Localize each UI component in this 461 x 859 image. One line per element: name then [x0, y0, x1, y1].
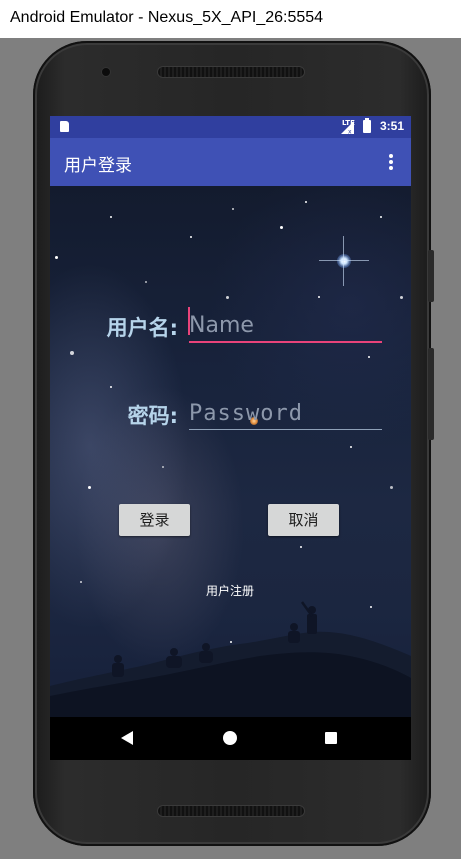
front-camera: [102, 68, 110, 76]
status-bar: LTE x 3:51: [50, 116, 411, 138]
text-cursor: [188, 307, 190, 335]
bottom-speaker-grille: [158, 806, 304, 816]
battery-icon: [363, 118, 371, 133]
phone-screen: LTE x 3:51 用户登录 用户名: Name 密码: 登录 取消 用户注册: [50, 116, 411, 760]
top-speaker-grille: [158, 67, 304, 77]
back-icon[interactable]: [121, 731, 133, 745]
emulator-title-bar[interactable]: Android Emulator - Nexus_5X_API_26:5554: [0, 0, 461, 38]
app-bar: 用户登录: [50, 138, 411, 186]
cancel-button[interactable]: 取消: [268, 504, 339, 536]
password-label: 密码:: [127, 404, 178, 428]
app-title: 用户登录: [64, 156, 132, 176]
username-label: 用户名:: [106, 316, 178, 340]
signal-icon: x: [341, 121, 354, 134]
recents-icon[interactable]: [325, 732, 337, 744]
overflow-menu-icon[interactable]: [384, 151, 398, 173]
navigation-bar: [50, 717, 411, 760]
login-content: 用户名: 密码: 登录 取消 用户注册: [50, 186, 411, 717]
svg-text:x: x: [348, 129, 352, 135]
home-icon[interactable]: [223, 731, 237, 745]
window-title: Android Emulator - Nexus_5X_API_26:5554: [10, 9, 324, 26]
hill-silhouette: [50, 601, 411, 717]
volume-button[interactable]: [428, 348, 434, 440]
username-input[interactable]: [189, 309, 382, 343]
register-link[interactable]: 用户注册: [180, 582, 280, 599]
power-button[interactable]: [428, 250, 434, 302]
sd-card-icon: [60, 121, 69, 132]
status-time: 3:51: [380, 119, 405, 133]
password-input[interactable]: [189, 397, 382, 430]
login-button[interactable]: 登录: [119, 504, 190, 536]
